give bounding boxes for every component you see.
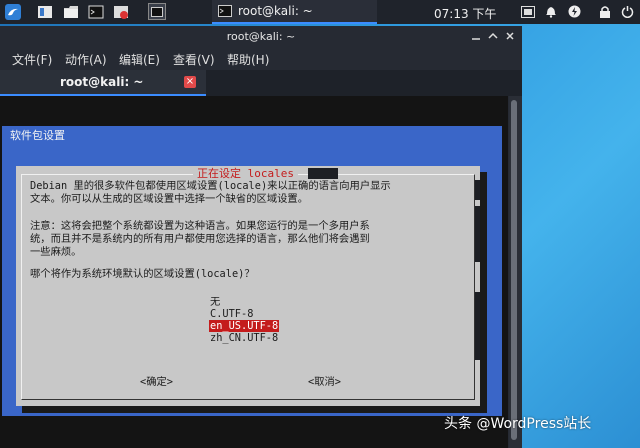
watermark: 头条 @WordPress站长: [444, 416, 592, 432]
close-icon[interactable]: [504, 31, 516, 43]
dialog-title-block: [308, 168, 338, 179]
clock[interactable]: 07:13 下午: [434, 5, 496, 22]
text-scroll-indicator: [475, 180, 480, 200]
dialog-text-line: 注意：这将会把整个系统都设置为这种语言。如果您运行的是一个多用户系: [30, 220, 370, 232]
locale-option-c-utf8[interactable]: C.UTF-8: [209, 308, 254, 320]
kali-menu-icon[interactable]: [4, 3, 22, 20]
minimize-icon[interactable]: [470, 31, 482, 43]
menu-file[interactable]: 文件(F): [12, 51, 52, 68]
maximize-icon[interactable]: [487, 31, 499, 43]
background-title: 软件包设置: [10, 129, 65, 142]
menu-bar: 文件(F) 动作(A) 编辑(E) 查看(V) 帮助(H): [0, 48, 522, 70]
menu-edit[interactable]: 编辑(E): [119, 51, 160, 68]
dialog-text-line: 一些麻烦。: [30, 246, 82, 258]
locale-option-zh-cn-utf8[interactable]: zh_CN.UTF-8: [209, 332, 279, 344]
top-panel: root@kali: ~ 07:13 下午: [0, 0, 640, 24]
active-workspace-icon[interactable]: [148, 3, 166, 20]
screen-icon[interactable]: [519, 3, 537, 20]
power-manager-icon[interactable]: [565, 3, 583, 20]
taskbar-item-label: root@kali: ~: [238, 4, 313, 18]
window-titlebar[interactable]: root@kali: ~: [0, 26, 522, 48]
menu-view[interactable]: 查看(V): [173, 51, 215, 68]
notification-bell-icon[interactable]: [542, 3, 560, 20]
dialog-text-line: Debian 里的很多软件包都使用区域设置(locale)来以正确的语言向用户显…: [30, 180, 391, 192]
menu-actions[interactable]: 动作(A): [65, 51, 107, 68]
terminal-content[interactable]: 软件包设置 正在设定 locales Debian 里的很多软件包都使用区域设置…: [0, 96, 508, 448]
menu-help[interactable]: 帮助(H): [227, 51, 269, 68]
terminal-icon: [218, 5, 232, 17]
tab-bar: root@kali: ~ ×: [0, 70, 522, 96]
lock-screen-icon[interactable]: [596, 3, 614, 20]
logout-icon[interactable]: [618, 3, 636, 20]
ok-button[interactable]: <确定>: [140, 373, 173, 388]
text-scroll-track: [475, 206, 480, 262]
dialog-text-line: 文本。你可以从生成的区域设置中选择一个缺省的区域设置。: [30, 193, 309, 205]
terminal-window: root@kali: ~ 文件(F) 动作(A) 编辑(E) 查看(V) 帮助(…: [0, 26, 522, 448]
dialog-frame: [21, 174, 475, 400]
dialog-shadow-bottom: [22, 406, 487, 413]
tab-close-icon[interactable]: ×: [184, 76, 196, 88]
tab-label: root@kali: ~: [60, 75, 144, 89]
list-scroll-indicator: [475, 292, 480, 360]
dialog-question: 哪个将作为系统环境默认的区域设置(locale)？: [30, 268, 255, 280]
cancel-button[interactable]: <取消>: [308, 373, 341, 388]
tab-terminal[interactable]: root@kali: ~ ×: [0, 70, 206, 96]
locale-option-none[interactable]: 无: [209, 296, 221, 308]
window-title: root@kali: ~: [226, 30, 296, 43]
dialog-shadow-right: [480, 172, 487, 412]
terminal-launcher-icon[interactable]: [87, 3, 105, 20]
workspace-icon[interactable]: [36, 3, 54, 20]
files-icon[interactable]: [62, 3, 80, 20]
locale-option-en-us-utf8[interactable]: en_US.UTF-8: [209, 320, 280, 332]
recorder-icon[interactable]: [112, 3, 130, 20]
dialog-title: 正在设定 locales: [193, 167, 298, 181]
dialog-text-line: 统，而且并不是系统内的所有用户都使用您选择的语言，那么他们将会遇到: [30, 233, 370, 245]
terminal-scroll-thumb[interactable]: [511, 100, 517, 440]
taskbar-terminal-item[interactable]: root@kali: ~: [212, 0, 377, 24]
